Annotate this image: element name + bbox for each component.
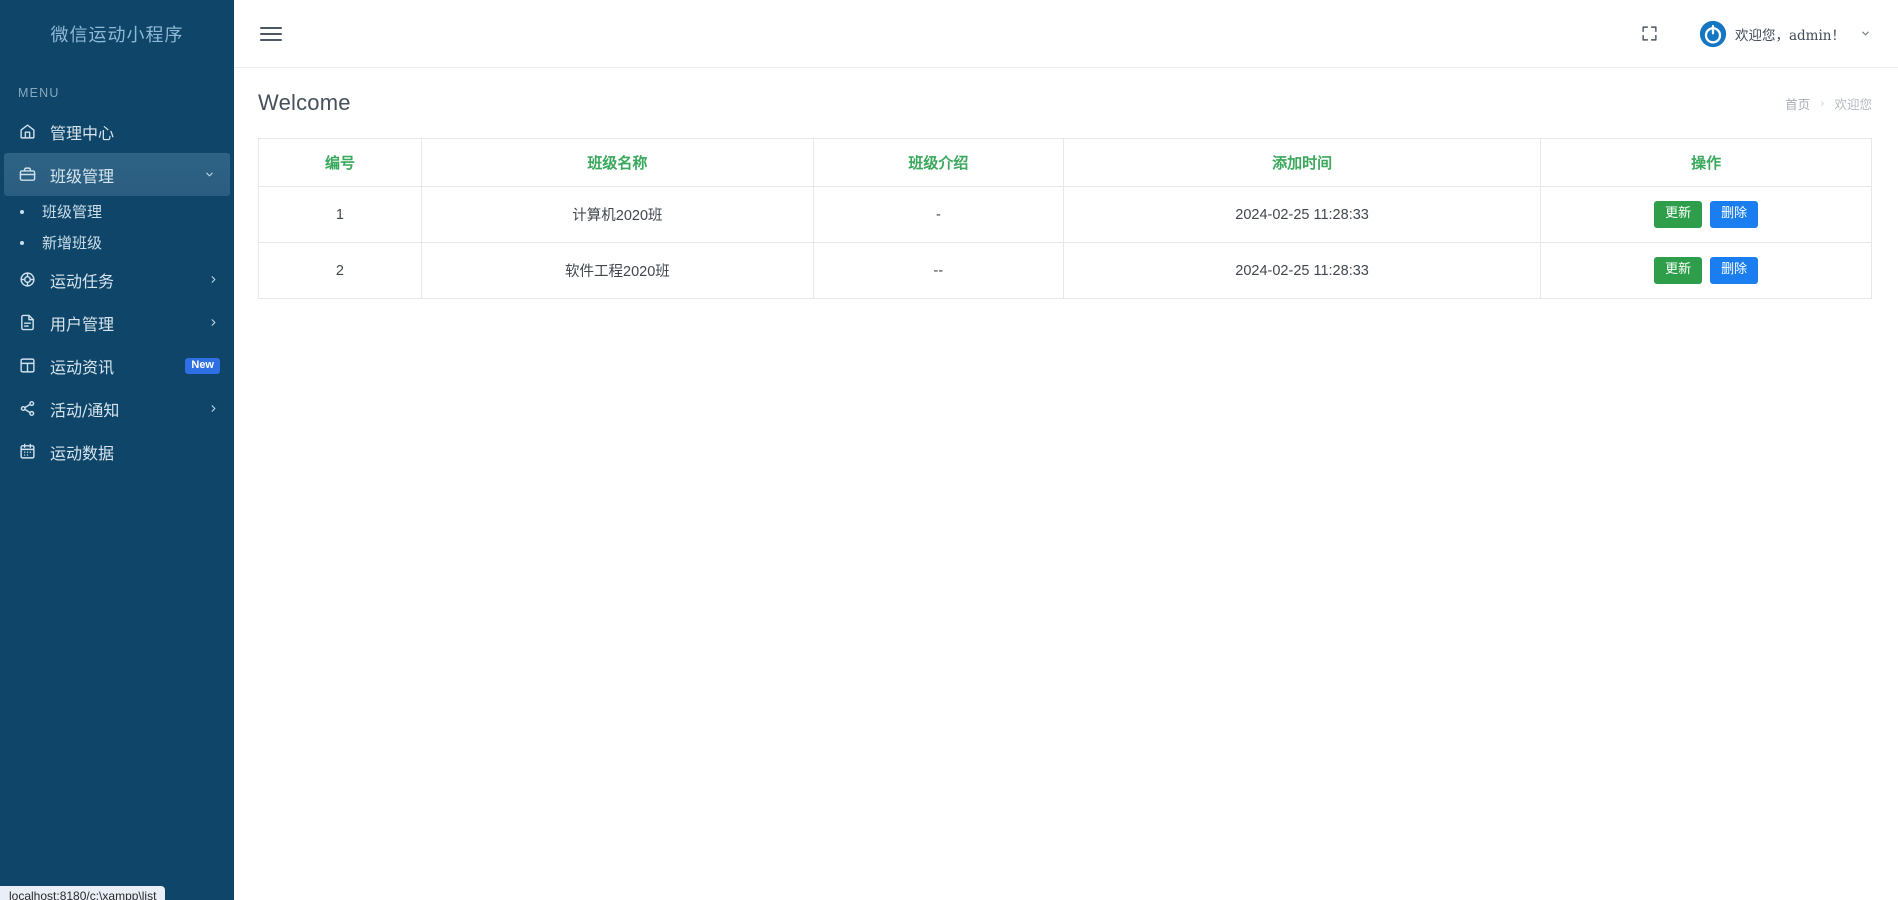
sidebar-subitem-class-list[interactable]: 班级管理 (0, 196, 234, 227)
share-icon (16, 398, 38, 420)
sidebar-item-class-management[interactable]: 班级管理 (4, 153, 230, 196)
hamburger-bar (260, 32, 282, 35)
breadcrumb-separator: › (1820, 96, 1825, 110)
cell-id: 2 (258, 242, 422, 299)
cell-intro: - (812, 186, 1064, 243)
sidebar-item-label: 运动数据 (50, 443, 115, 463)
breadcrumb-home[interactable]: 首页 (1785, 94, 1810, 113)
sidebar-item-label: 用户管理 (50, 314, 115, 334)
fullscreen-icon[interactable] (1637, 21, 1663, 47)
hamburger-bar (260, 38, 282, 41)
table-head: 编号 班级名称 班级介绍 添加时间 操作 (258, 138, 1872, 187)
status-badge-new: New (185, 357, 220, 374)
column-header-operations: 操作 (1540, 138, 1872, 187)
sidebar-item-sport-data[interactable]: 运动数据 (0, 430, 234, 473)
chevron-right-icon (206, 316, 220, 330)
bullet-icon (20, 240, 24, 245)
breadcrumb-current: 欢迎您 (1834, 96, 1872, 112)
layout-icon (16, 355, 38, 377)
breadcrumb: 首页 › 欢迎您 (1785, 94, 1872, 113)
sidebar-item-label: 管理中心 (50, 123, 115, 143)
brand-title: 微信运动小程序 (50, 25, 184, 46)
cell-intro: -- (812, 242, 1064, 299)
browser-status-bar: localhost:8180/c:\xampp\list (0, 886, 166, 900)
sidebar-item-sport-tasks[interactable]: 运动任务 (0, 258, 234, 301)
column-header-id: 编号 (258, 138, 422, 187)
table-row: 1 计算机2020班 - 2024-02-25 11:28:33 更新 删除 (258, 186, 1872, 243)
document-icon (16, 312, 38, 334)
sidebar-subitem-class-add[interactable]: 新增班级 (0, 227, 234, 258)
delete-button[interactable]: 删除 (1710, 200, 1759, 229)
table-row: 2 软件工程2020班 -- 2024-02-25 11:28:33 更新 删除 (258, 242, 1872, 299)
sidebar-item-sport-news[interactable]: 运动资讯 New (0, 344, 234, 387)
hamburger-bar (260, 26, 282, 29)
cell-operations: 更新 删除 (1540, 242, 1872, 299)
class-table: 编号 班级名称 班级介绍 添加时间 操作 1 计算机2020班 - 2024-0… (258, 138, 1872, 299)
page-title: Welcome (258, 90, 351, 115)
main-area: 欢迎您，admin！ Welcome 首页 › 欢迎您 编号 班级名称 班级介绍… (234, 0, 1898, 900)
cell-operations: 更新 删除 (1540, 186, 1872, 243)
home-icon (16, 121, 38, 143)
briefcase-icon (16, 164, 38, 186)
cell-time: 2024-02-25 11:28:33 (1062, 186, 1542, 243)
column-header-intro: 班级介绍 (812, 138, 1064, 187)
table-header-row: 编号 班级名称 班级介绍 添加时间 操作 (258, 138, 1872, 187)
target-icon (16, 269, 38, 291)
sidebar-nav: 管理中心 班级管理 班级管理 新增班级 运动任务 用户管理 运动资讯 New 活… (0, 110, 234, 473)
sidebar-submenu-wrap: 班级管理 新增班级 (0, 196, 234, 258)
content-area: 编号 班级名称 班级介绍 添加时间 操作 1 计算机2020班 - 2024-0… (234, 130, 1898, 900)
sidebar-submenu: 班级管理 新增班级 (0, 196, 234, 258)
column-header-time: 添加时间 (1062, 138, 1542, 187)
app-root: 微信运动小程序 MENU 管理中心 班级管理 班级管理 新增班级 运动任务 用户… (0, 0, 1898, 900)
table-body: 1 计算机2020班 - 2024-02-25 11:28:33 更新 删除 2… (258, 186, 1872, 299)
cell-id: 1 (258, 186, 422, 243)
update-button[interactable]: 更新 (1654, 256, 1703, 285)
sidebar-item-label: 运动资讯 (50, 357, 115, 377)
cell-time: 2024-02-25 11:28:33 (1062, 242, 1542, 299)
cell-name: 计算机2020班 (420, 186, 814, 243)
bullet-icon (20, 209, 24, 214)
menu-section-label: MENU (18, 86, 60, 100)
delete-button[interactable]: 删除 (1710, 256, 1759, 285)
sidebar-item-user-management[interactable]: 用户管理 (0, 301, 234, 344)
chevron-right-icon (206, 402, 220, 416)
topbar: 欢迎您，admin！ (234, 0, 1898, 68)
chevron-down-icon (202, 168, 216, 182)
cell-name: 软件工程2020班 (420, 242, 814, 299)
chevron-right-icon (206, 273, 220, 287)
update-button[interactable]: 更新 (1654, 200, 1703, 229)
sidebar-item-admin-center[interactable]: 管理中心 (0, 110, 234, 153)
power-avatar-icon (1699, 20, 1727, 48)
hamburger-icon[interactable] (258, 19, 288, 49)
sidebar-item-label: 班级管理 (50, 166, 115, 186)
sidebar-item-activity-notice[interactable]: 活动/通知 (0, 387, 234, 430)
column-header-name: 班级名称 (420, 138, 814, 187)
sidebar: 微信运动小程序 MENU 管理中心 班级管理 班级管理 新增班级 运动任务 用户… (0, 0, 234, 900)
user-greeting: 欢迎您，admin！ (1734, 27, 1845, 44)
calendar-icon (16, 441, 38, 463)
page-header: Welcome 首页 › 欢迎您 (234, 68, 1898, 130)
sidebar-item-label: 运动任务 (50, 271, 115, 291)
sidebar-subitem-label: 新增班级 (42, 234, 103, 252)
sidebar-subitem-label: 班级管理 (42, 203, 103, 221)
user-menu[interactable]: 欢迎您，admin！ (1699, 20, 1872, 48)
chevron-down-icon[interactable] (1858, 27, 1872, 41)
sidebar-item-label: 活动/通知 (50, 400, 120, 420)
